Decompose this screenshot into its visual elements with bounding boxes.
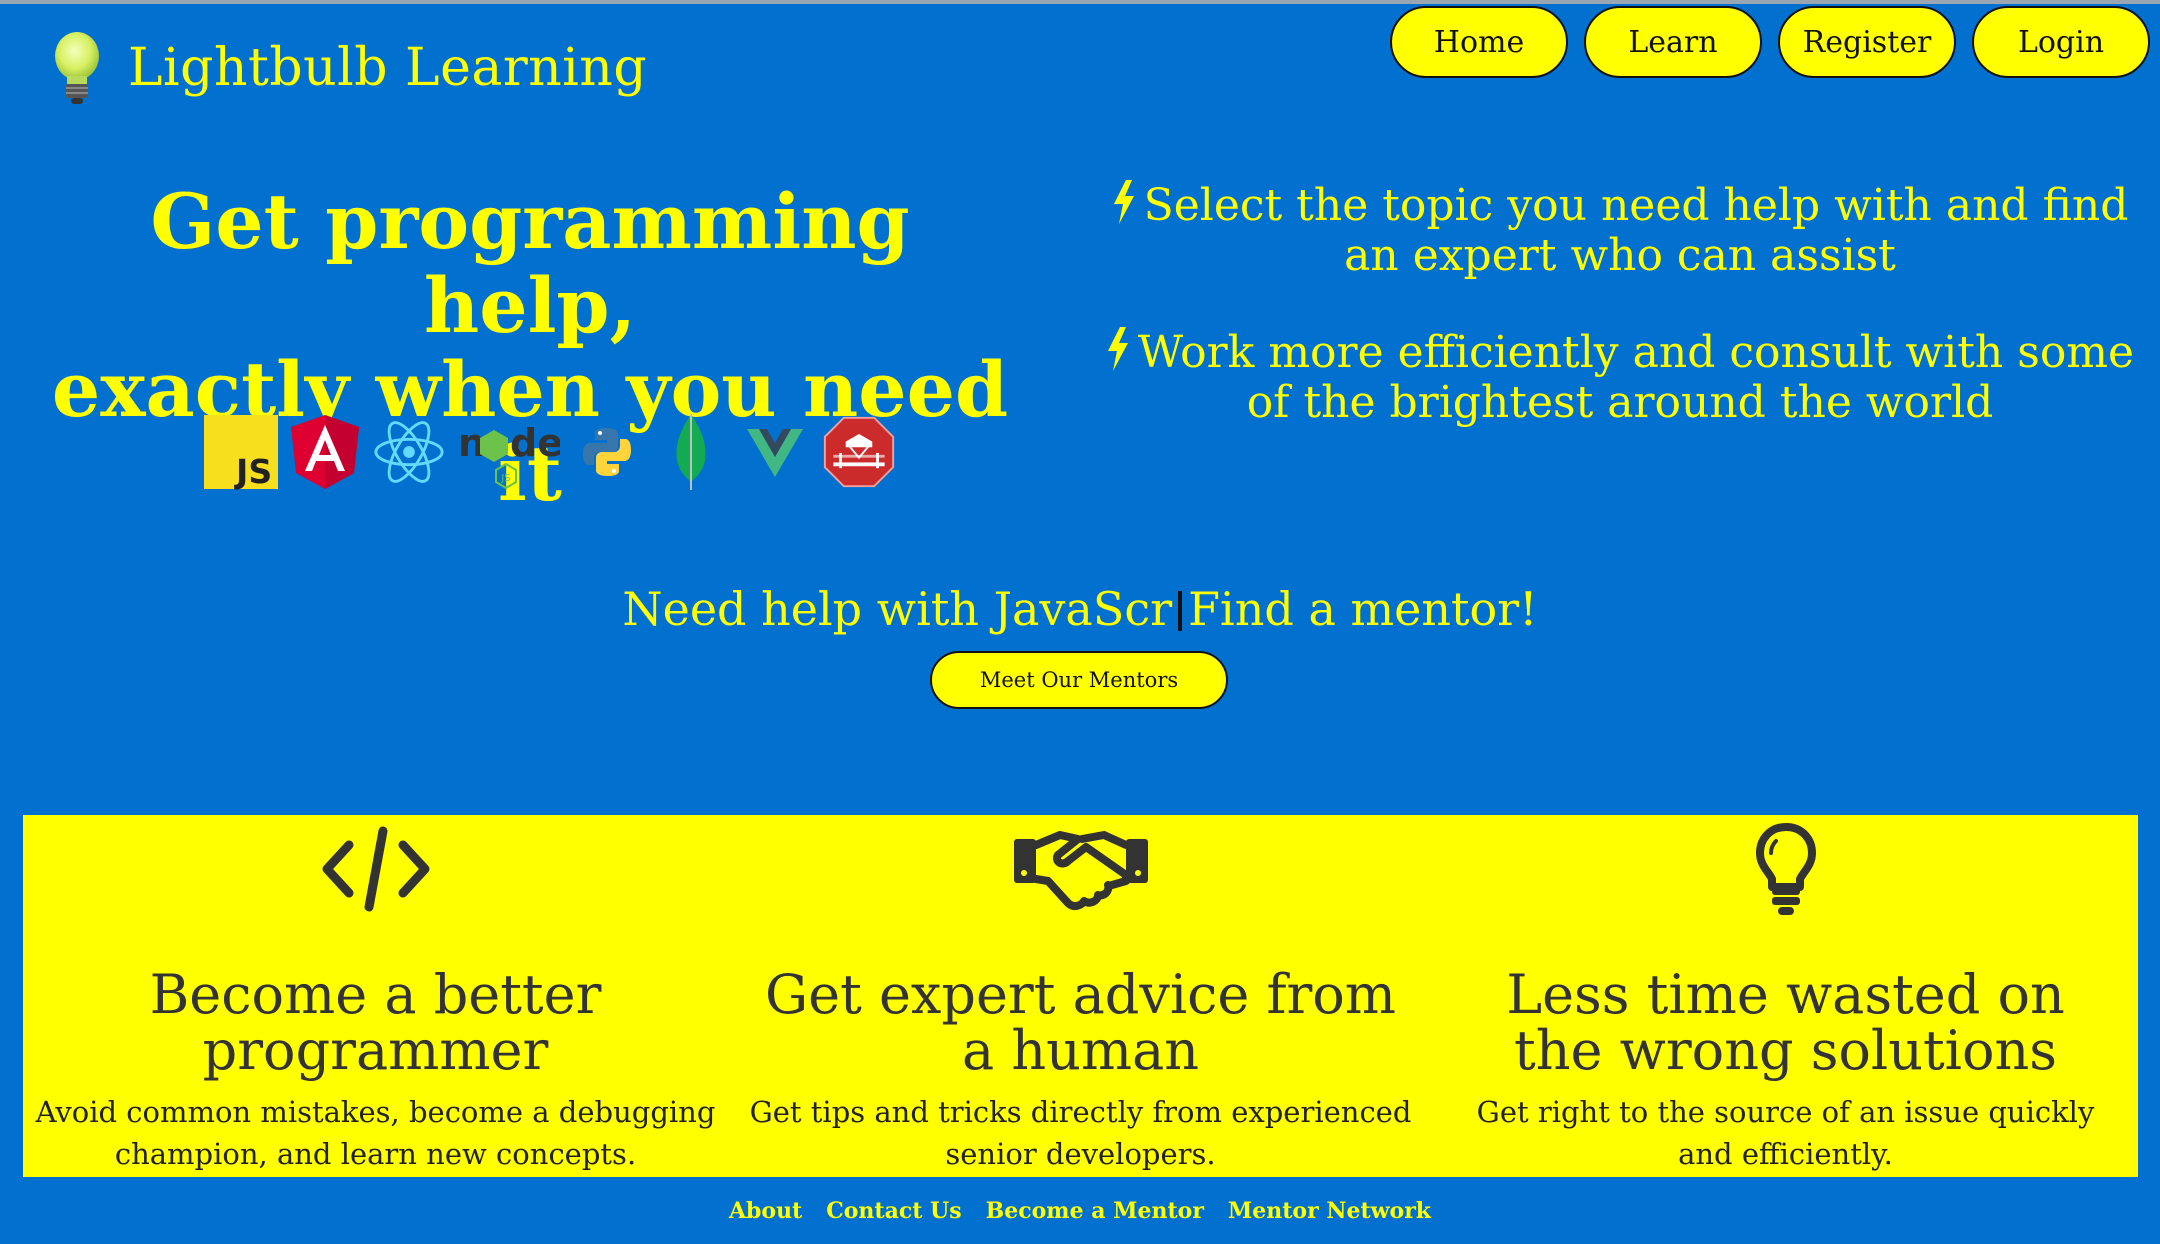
nav-login-button[interactable]: Login (1972, 6, 2150, 78)
brand[interactable]: Lightbulb Learning (50, 30, 647, 106)
benefit-title: Less time wasted on the wrong solutions (1506, 963, 2065, 1082)
footer: About Contact Us Become a Mentor Mentor … (0, 1198, 2160, 1224)
feature-item: Work more efficiently and consult with s… (1090, 327, 2150, 428)
svg-text:JS: JS (500, 473, 510, 484)
nav-register-button[interactable]: Register (1778, 6, 1956, 78)
footer-about-link[interactable]: About (729, 1198, 802, 1224)
meet-mentors-button[interactable]: Meet Our Mentors (930, 651, 1228, 709)
brand-title: Lightbulb Learning (128, 38, 648, 98)
handshake-icon (1012, 819, 1150, 919)
typing-suffix: Find a mentor! (1188, 582, 1538, 636)
window-top-strip (0, 0, 2160, 4)
bolt-icon (1107, 327, 1128, 371)
benefit-title: Get expert advice from a human (765, 963, 1396, 1082)
svg-text:de: de (510, 421, 560, 465)
footer-contact-link[interactable]: Contact Us (826, 1198, 961, 1224)
mongodb-logo-icon (654, 412, 728, 492)
feature-text: Work more efficiently and consult with s… (1137, 327, 2135, 428)
nav-learn-button[interactable]: Learn (1584, 6, 1762, 78)
bolt-icon (1113, 180, 1134, 224)
nav-home-button[interactable]: Home (1390, 6, 1568, 78)
typing-headline: Need help with JavaScr Find a mentor! (0, 582, 2160, 636)
benefits-section: Become a better programmer Avoid common … (23, 815, 2138, 1177)
nodejs-logo-icon: n de JS (456, 412, 560, 492)
vue-logo-icon (738, 412, 812, 492)
angular-logo-icon (288, 412, 362, 492)
benefit-card: Get expert advice from a human Get tips … (728, 815, 1433, 1177)
feature-text: Select the topic you need help with and … (1143, 180, 2129, 281)
benefit-card: Become a better programmer Avoid common … (23, 815, 728, 1177)
lightbulb-icon (55, 32, 99, 104)
python-logo-icon (570, 412, 644, 492)
ruby-on-rails-logo-icon (822, 412, 896, 492)
benefit-text: Get tips and tricks directly from experi… (749, 1095, 1412, 1171)
code-icon (321, 819, 431, 919)
react-logo-icon (372, 412, 446, 492)
hero-heading-line1: Get programming help, (150, 177, 910, 350)
typing-cursor (1178, 591, 1183, 631)
lightbulb-outline-icon (1754, 819, 1818, 919)
technology-logos: JS n de JS (204, 412, 896, 492)
typing-text: Need help with JavaScr (622, 582, 1173, 636)
feature-list: Select the topic you need help with and … (1090, 180, 2150, 474)
footer-become-mentor-link[interactable]: Become a Mentor (986, 1198, 1204, 1224)
footer-mentor-network-link[interactable]: Mentor Network (1228, 1198, 1431, 1224)
javascript-logo-icon: JS (204, 412, 278, 492)
benefit-text: Avoid common mistakes, become a debuggin… (35, 1095, 716, 1171)
svg-text:JS: JS (234, 452, 272, 490)
benefit-card: Less time wasted on the wrong solutions … (1433, 815, 2138, 1177)
main-nav: Home Learn Register Login (1390, 6, 2150, 78)
feature-item: Select the topic you need help with and … (1090, 180, 2150, 281)
benefit-title: Become a better programmer (149, 963, 602, 1082)
benefit-text: Get right to the source of an issue quic… (1476, 1095, 2095, 1171)
